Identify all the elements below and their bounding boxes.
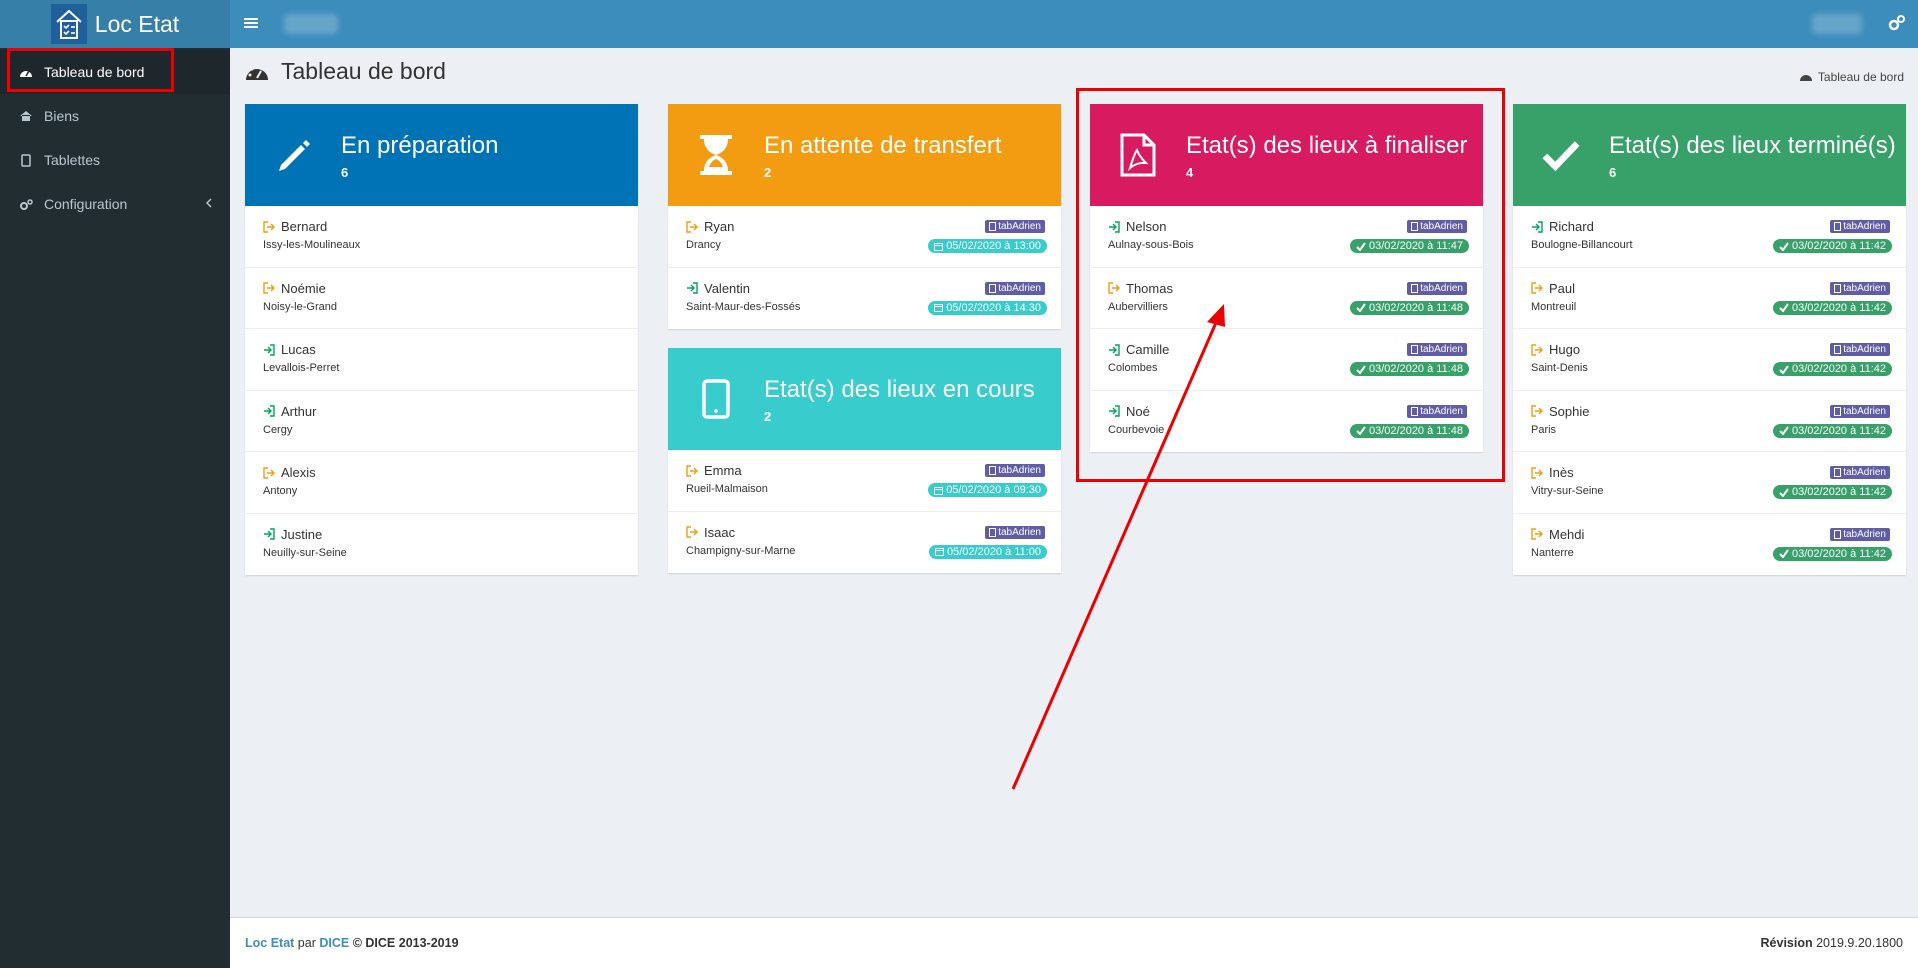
app-link[interactable]: Loc Etat bbox=[245, 936, 294, 950]
copyright-text: © DICE 2013-2019 bbox=[352, 936, 459, 950]
footer-left: Loc Etat par DICE © DICE 2013-2019 bbox=[245, 936, 459, 950]
footer-by: par bbox=[297, 936, 316, 950]
revision-label: Révision bbox=[1760, 936, 1813, 950]
footer: Loc Etat par DICE © DICE 2013-2019 Révis… bbox=[230, 917, 1918, 968]
revision-value: 2019.9.20.1800 bbox=[1816, 936, 1903, 950]
company-link[interactable]: DICE bbox=[319, 936, 349, 950]
annotation-arrow bbox=[1011, 304, 1225, 790]
footer-right: Révision 2019.9.20.1800 bbox=[1761, 936, 1903, 950]
